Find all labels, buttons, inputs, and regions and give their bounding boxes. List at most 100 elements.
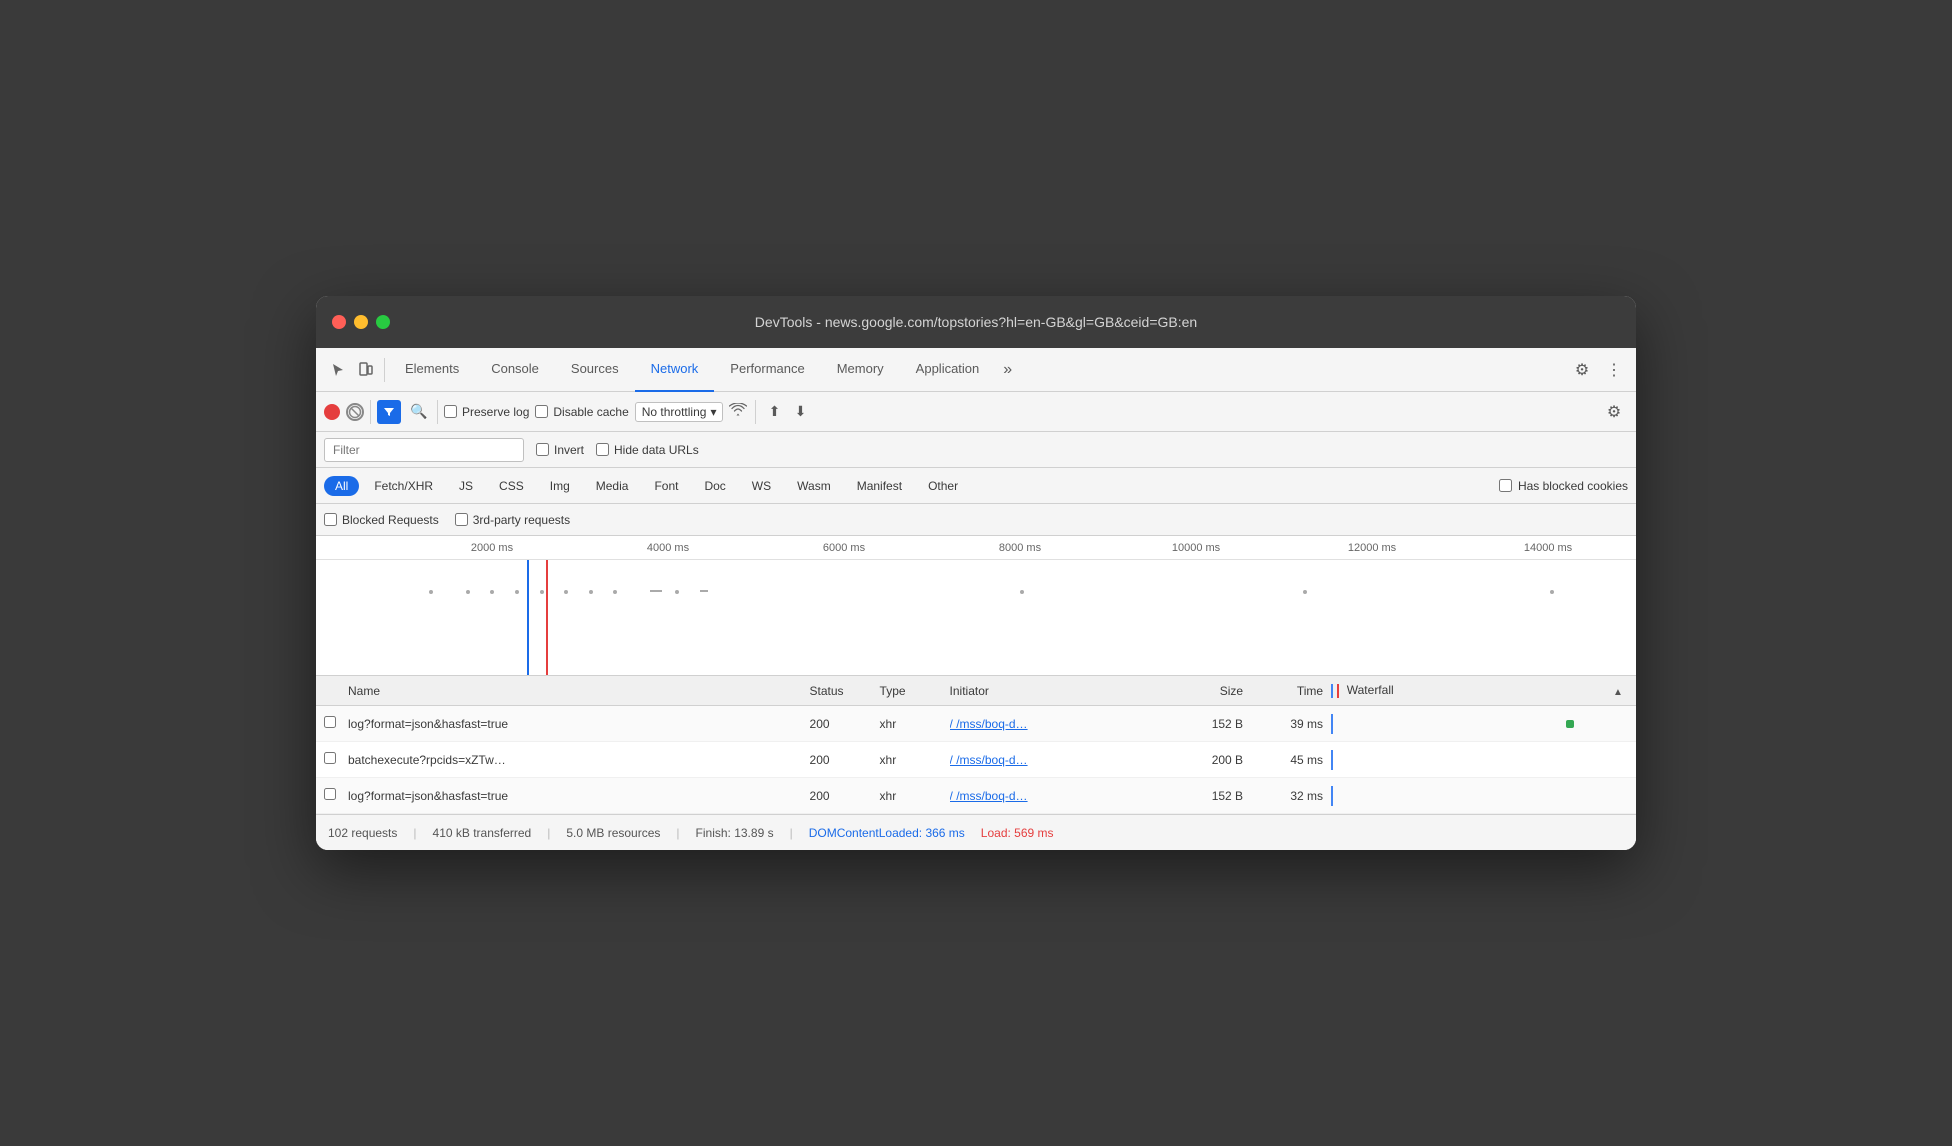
tab-memory[interactable]: Memory [821,348,900,392]
tab-network[interactable]: Network [635,348,715,392]
clear-button[interactable] [346,403,364,421]
type-filter-img[interactable]: Img [539,476,581,496]
filter-options: Invert Hide data URLs [536,443,699,457]
download-icon[interactable]: ⬇ [790,402,810,422]
close-button[interactable] [332,315,346,329]
timeline-ruler: 2000 ms 4000 ms 6000 ms 8000 ms 10000 ms… [316,536,1636,560]
ruler-mark-2: 6000 ms [756,542,932,554]
type-filter-doc[interactable]: Doc [693,476,736,496]
table-row[interactable]: batchexecute?rpcids=xZTw… 200 xhr / /mss… [316,742,1636,778]
tab-application[interactable]: Application [900,348,996,392]
header-name[interactable]: Name [348,684,810,698]
row-3-name[interactable]: log?format=json&hasfast=true [348,789,810,803]
table-row[interactable]: log?format=json&hasfast=true 200 xhr / /… [316,706,1636,742]
toolbar-divider-1 [384,358,385,382]
type-filter-manifest[interactable]: Manifest [846,476,913,496]
header-time[interactable]: Time [1251,684,1331,698]
header-size[interactable]: Size [1171,684,1251,698]
row-2-checkbox[interactable] [324,752,348,767]
extra-filter-bar: Blocked Requests 3rd-party requests [316,504,1636,536]
invert-checkbox[interactable]: Invert [536,443,584,457]
filter-input[interactable] [324,438,524,462]
header-initiator[interactable]: Initiator [950,684,1172,698]
more-tabs-button[interactable]: » [995,348,1020,392]
row-3-waterfall [1331,786,1608,806]
tab-performance[interactable]: Performance [714,348,820,392]
type-filter-other[interactable]: Other [917,476,969,496]
row-2-name[interactable]: batchexecute?rpcids=xZTw… [348,753,810,767]
ruler-mark-6: 14000 ms [1460,542,1636,554]
inspect-element-button[interactable] [324,356,352,384]
type-filter-font[interactable]: Font [643,476,689,496]
traffic-lights [332,315,390,329]
more-options-icon[interactable]: ⋮ [1600,356,1628,384]
timeline-section: 2000 ms 4000 ms 6000 ms 8000 ms 10000 ms… [316,536,1636,676]
timeline-chart[interactable] [404,560,1636,676]
header-waterfall: Waterfall [1331,683,1608,698]
type-filter-ws[interactable]: WS [741,476,782,496]
row-2-type: xhr [880,753,950,767]
resources-size: 5.0 MB resources [566,826,660,840]
network-settings-icon[interactable]: ⚙ [1600,398,1628,426]
type-filter-media[interactable]: Media [585,476,640,496]
maximize-button[interactable] [376,315,390,329]
tab-sources[interactable]: Sources [555,348,635,392]
preserve-log-checkbox[interactable]: Preserve log [444,405,529,419]
type-filter-js[interactable]: JS [448,476,484,496]
timeline-dots [404,590,1636,594]
device-toggle-button[interactable] [352,356,380,384]
row-1-status: 200 [810,717,880,731]
row-3-initiator[interactable]: / /mss/boq-d… [950,789,1172,803]
load-line [546,560,548,676]
table-row[interactable]: log?format=json&hasfast=true 200 xhr / /… [316,778,1636,814]
settings-icon[interactable]: ⚙ [1568,356,1596,384]
throttle-dropdown[interactable]: No throttling ▾ [635,402,724,422]
load-indicator [1337,684,1339,698]
row-3-time: 32 ms [1251,789,1331,803]
record-button[interactable] [324,404,340,420]
tab-bar: Elements Console Sources Network Perform… [316,348,1636,392]
upload-icon[interactable]: ⬆ [764,402,784,422]
row-2-time: 45 ms [1251,753,1331,767]
row-1-waterfall [1331,714,1608,734]
row-1-checkbox[interactable] [324,716,348,731]
type-filter-all[interactable]: All [324,476,359,496]
search-button[interactable]: 🔍 [407,400,431,424]
third-party-checkbox[interactable]: 3rd-party requests [455,513,570,527]
toolbar-sep-1 [370,400,371,424]
dom-loaded-indicator [1331,684,1333,698]
filter-icon[interactable] [377,400,401,424]
minimize-button[interactable] [354,315,368,329]
status-bar: 102 requests | 410 kB transferred | 5.0 … [316,814,1636,850]
header-status[interactable]: Status [810,684,880,698]
hide-data-urls-checkbox[interactable]: Hide data URLs [596,443,699,457]
type-filter-wasm[interactable]: Wasm [786,476,842,496]
ruler-mark-5: 12000 ms [1284,542,1460,554]
row-1-initiator[interactable]: / /mss/boq-d… [950,717,1172,731]
type-filter-fetch-xhr[interactable]: Fetch/XHR [363,476,444,496]
sort-direction[interactable]: ▲ [1608,684,1628,698]
type-filter-css[interactable]: CSS [488,476,535,496]
header-type[interactable]: Type [880,684,950,698]
tab-console[interactable]: Console [475,348,555,392]
disable-cache-checkbox[interactable]: Disable cache [535,405,628,419]
row-3-type: xhr [880,789,950,803]
row-3-checkbox[interactable] [324,788,348,803]
network-toolbar: 🔍 Preserve log Disable cache No throttli… [316,392,1636,432]
blocked-requests-checkbox[interactable]: Blocked Requests [324,513,439,527]
ruler-mark-1: 4000 ms [580,542,756,554]
network-table: Name Status Type Initiator Size Time Wat… [316,676,1636,814]
load-time: Load: 569 ms [981,826,1054,840]
row-1-name[interactable]: log?format=json&hasfast=true [348,717,810,731]
row-2-initiator[interactable]: / /mss/boq-d… [950,753,1172,767]
has-blocked-cookies-checkbox[interactable] [1499,479,1512,492]
table-header: Name Status Type Initiator Size Time Wat… [316,676,1636,706]
tab-elements[interactable]: Elements [389,348,475,392]
ruler-mark-0: 2000 ms [404,542,580,554]
ruler-mark-3: 8000 ms [932,542,1108,554]
row-3-size: 152 B [1171,789,1251,803]
row-1-size: 152 B [1171,717,1251,731]
toolbar-sep-2 [437,400,438,424]
titlebar: DevTools - news.google.com/topstories?hl… [316,296,1636,348]
network-conditions-icon[interactable] [729,403,747,420]
